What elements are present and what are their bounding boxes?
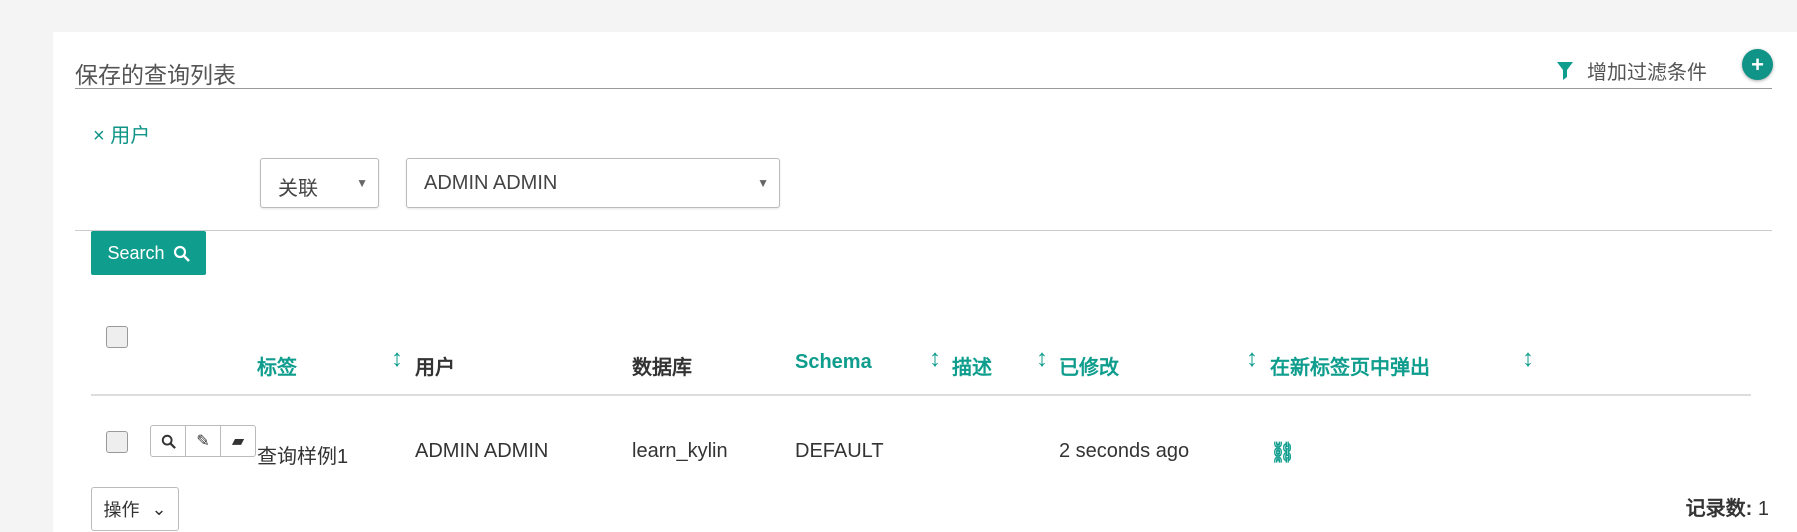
view-button[interactable] <box>151 426 186 456</box>
page-title: 保存的查询列表 <box>75 62 236 88</box>
remove-user-filter-link[interactable]: × 用户 <box>93 119 150 148</box>
header-schema[interactable]: Schema <box>795 351 872 374</box>
header-description[interactable]: 描述 <box>952 351 992 380</box>
add-filter-button[interactable]: 增加过滤条件 <box>1557 56 1707 85</box>
relation-select-value: 关联 <box>278 178 318 200</box>
search-button[interactable]: Search <box>91 231 206 275</box>
eraser-icon: ▰ <box>231 433 245 450</box>
relation-select[interactable]: 关联 ▼ <box>260 158 379 208</box>
row-action-group: ✎ ▰ <box>150 425 256 457</box>
row-checkbox[interactable] <box>106 431 128 453</box>
panel-header: 保存的查询列表 增加过滤条件 + <box>75 42 1773 89</box>
record-count-label: 记录数: <box>1685 498 1753 520</box>
search-button-label: Search <box>107 242 165 263</box>
user-select-value: ADMIN ADMIN <box>424 172 558 194</box>
saved-query-panel: 保存的查询列表 增加过滤条件 + × 用户 关联 ▼ ADMIN ADMIN ▼… <box>53 32 1797 532</box>
delete-button[interactable]: ▰ <box>221 426 255 456</box>
edit-button[interactable]: ✎ <box>186 426 221 456</box>
saved-query-table: 标签 ↕ 用户 数据库 Schema ↕ 描述 ↕ 已修改 ↕ 在新标签页中弹出… <box>91 306 1751 468</box>
chevron-down-icon: ▼ <box>757 176 769 190</box>
search-icon <box>173 245 190 262</box>
table-header-row: 标签 ↕ 用户 数据库 Schema ↕ 描述 ↕ 已修改 ↕ 在新标签页中弹出… <box>91 306 1751 396</box>
link-icon[interactable]: ⛓ <box>1270 440 1295 465</box>
filter-icon <box>1557 61 1573 80</box>
sort-icon[interactable]: ↕ <box>1246 345 1258 373</box>
operations-dropdown[interactable]: 操作 ⌄ <box>91 487 179 531</box>
row-user: ADMIN ADMIN <box>415 440 549 462</box>
chevron-down-icon: ⌄ <box>151 498 167 519</box>
sort-icon[interactable]: ↕ <box>391 345 403 373</box>
user-select[interactable]: ADMIN ADMIN ▼ <box>406 158 780 208</box>
sort-icon[interactable]: ↕ <box>1036 345 1048 373</box>
header-database: 数据库 <box>632 357 692 379</box>
add-filter-label: 增加过滤条件 <box>1587 62 1707 84</box>
record-count: 记录数: 1 <box>1686 492 1769 521</box>
search-icon <box>161 434 176 449</box>
row-database: learn_kylin <box>632 440 728 462</box>
sort-icon[interactable]: ↕ <box>929 345 941 373</box>
chevron-down-icon: ▼ <box>356 176 368 190</box>
edit-icon: ✎ <box>196 433 210 450</box>
header-user: 用户 <box>415 357 455 379</box>
header-open-new-tab[interactable]: 在新标签页中弹出 <box>1270 351 1430 380</box>
sort-icon[interactable]: ↕ <box>1522 345 1534 373</box>
operations-label: 操作 <box>103 500 140 520</box>
row-tag: 查询样例1 <box>257 446 349 468</box>
row-schema: DEFAULT <box>795 440 884 462</box>
header-tag[interactable]: 标签 <box>257 351 297 380</box>
record-count-value: 1 <box>1757 498 1769 520</box>
header-modified[interactable]: 已修改 <box>1059 351 1119 380</box>
row-modified: 2 seconds ago <box>1059 440 1190 462</box>
select-all-checkbox[interactable] <box>106 326 128 348</box>
plus-icon[interactable]: + <box>1742 49 1773 80</box>
table-row: ✎ ▰ 查询样例1 ADMIN ADMIN learn_kylin DEFAUL… <box>91 396 1751 468</box>
